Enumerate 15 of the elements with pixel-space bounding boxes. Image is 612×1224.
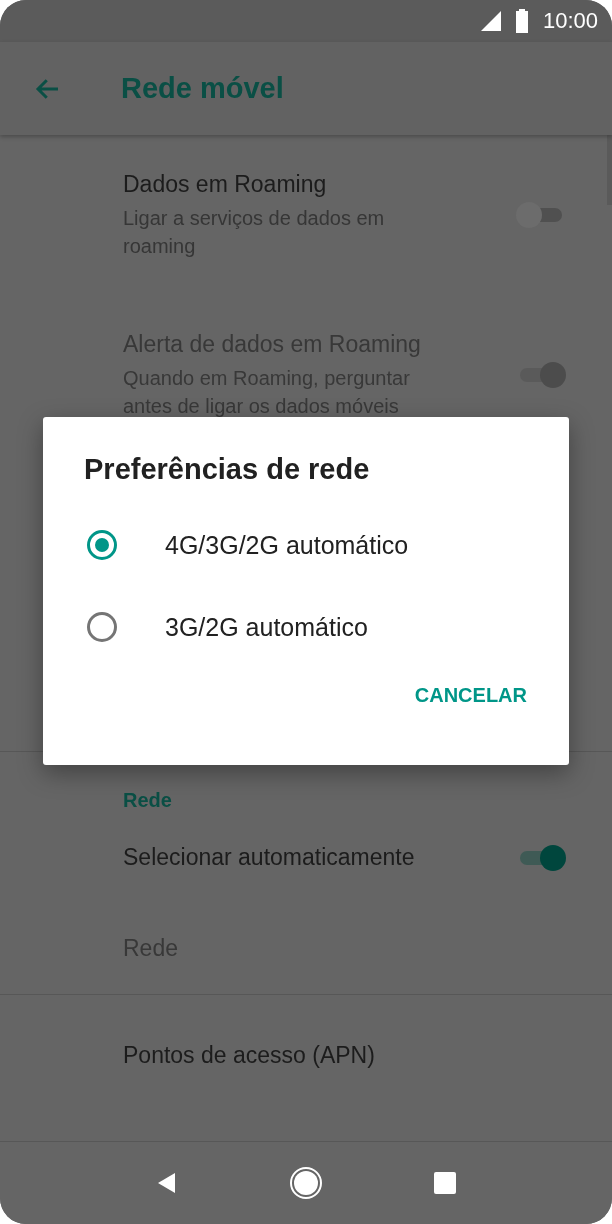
cancel-button[interactable]: CANCELAR <box>406 674 535 717</box>
battery-icon <box>514 9 529 33</box>
option-label[interactable]: 4G/3G/2G automático <box>165 530 409 560</box>
radio-button[interactable] <box>87 612 117 642</box>
setting-title[interactable]: Pontos de acesso (APN) <box>123 1041 375 1069</box>
setting-title[interactable]: Selecionar automaticamente <box>123 844 415 871</box>
radio-button[interactable] <box>87 530 117 560</box>
screen-title: Rede móvel <box>121 72 284 105</box>
setting-title: Dados em Roaming <box>123 170 328 198</box>
recents-icon[interactable] <box>433 1171 457 1195</box>
home-icon[interactable] <box>289 1166 323 1200</box>
status-time: 10:00 <box>542 8 598 34</box>
dialog-title: Preferências de rede <box>84 453 371 486</box>
option-label[interactable]: 3G/2G automático <box>165 612 368 642</box>
section-header: Rede <box>123 789 172 812</box>
